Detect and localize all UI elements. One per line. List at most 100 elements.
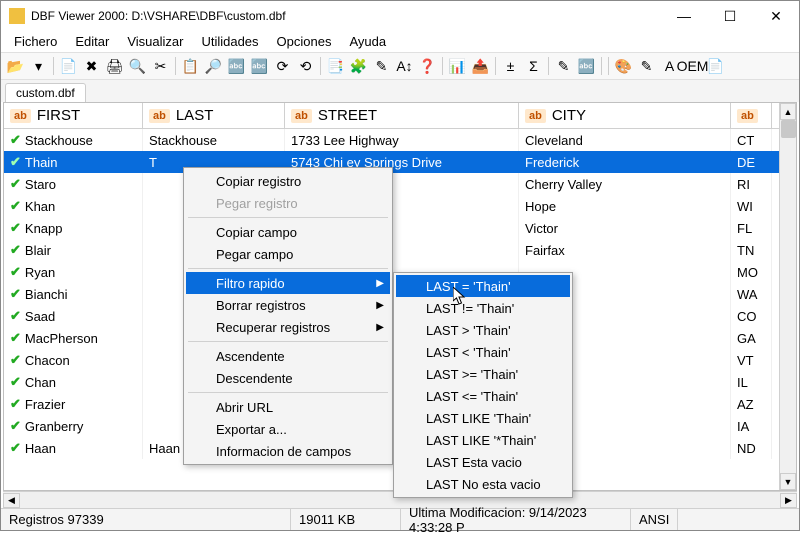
filter-submenu-item[interactable]: LAST Esta vacio bbox=[396, 451, 570, 473]
toolbar-button-14[interactable]: ⟲ bbox=[295, 56, 316, 77]
context-menu-item[interactable]: Filtro rapido▶ bbox=[186, 272, 390, 294]
table-cell[interactable]: ✔Blair bbox=[4, 239, 143, 261]
table-cell[interactable]: 1733 Lee Highway bbox=[285, 129, 519, 151]
table-cell[interactable]: ✔Haan bbox=[4, 437, 143, 459]
table-cell[interactable]: ✔Bianchi bbox=[4, 283, 143, 305]
toolbar-button-5[interactable]: 🖨 bbox=[104, 56, 125, 77]
table-row[interactable]: ✔StackhouseStackhouse1733 Lee HighwayCle… bbox=[4, 129, 796, 151]
table-cell[interactable]: CO bbox=[731, 305, 772, 327]
close-button[interactable]: ✕ bbox=[753, 1, 799, 31]
context-menu-item[interactable]: Ascendente bbox=[186, 345, 390, 367]
toolbar-button-33[interactable]: ✎ bbox=[636, 56, 657, 77]
scroll-up-button[interactable]: ▲ bbox=[780, 103, 796, 120]
table-cell[interactable]: ✔MacPherson bbox=[4, 327, 143, 349]
toolbar-button-1[interactable]: ▾ bbox=[28, 56, 49, 77]
table-row[interactable]: ✔Blairer Rd.FairfaxTN bbox=[4, 239, 796, 261]
menu-editar[interactable]: Editar bbox=[66, 32, 118, 51]
toolbar-button-35[interactable]: OEM bbox=[682, 56, 703, 77]
table-cell[interactable]: ✔Ryan bbox=[4, 261, 143, 283]
table-cell[interactable]: CT bbox=[731, 129, 772, 151]
toolbar-button-16[interactable]: 📑 bbox=[325, 56, 346, 77]
context-menu-item[interactable]: Copiar registro bbox=[186, 170, 390, 192]
table-row[interactable]: ✔KnappStreetVictorFL bbox=[4, 217, 796, 239]
toolbar-button-6[interactable]: 🔍 bbox=[127, 56, 148, 77]
table-cell[interactable]: TN bbox=[731, 239, 772, 261]
table-cell[interactable]: ✔Thain bbox=[4, 151, 143, 173]
toolbar-button-12[interactable]: 🔤 bbox=[249, 56, 270, 77]
table-cell[interactable]: WA bbox=[731, 283, 772, 305]
scroll-down-button[interactable]: ▼ bbox=[780, 473, 796, 490]
col-header-street[interactable]: abSTREET bbox=[285, 103, 519, 128]
context-menu-item[interactable]: Exportar a... bbox=[186, 418, 390, 440]
table-cell[interactable]: Hope bbox=[519, 195, 731, 217]
toolbar-button-22[interactable]: 📊 bbox=[447, 56, 468, 77]
table-cell[interactable]: ✔Granberry bbox=[4, 415, 143, 437]
filter-submenu-item[interactable]: LAST > 'Thain' bbox=[396, 319, 570, 341]
table-cell[interactable]: Fairfax bbox=[519, 239, 731, 261]
table-cell[interactable]: ✔Khan bbox=[4, 195, 143, 217]
table-cell[interactable]: AZ bbox=[731, 393, 772, 415]
menu-fichero[interactable]: Fichero bbox=[5, 32, 66, 51]
table-cell[interactable]: MO bbox=[731, 261, 772, 283]
scroll-left-button[interactable]: ◀ bbox=[3, 493, 20, 508]
context-menu-item[interactable]: Pegar campo bbox=[186, 243, 390, 265]
toolbar-button-17[interactable]: 🧩 bbox=[348, 56, 369, 77]
toolbar-button-26[interactable]: Σ bbox=[523, 56, 544, 77]
scroll-thumb[interactable] bbox=[781, 120, 796, 138]
toolbar-button-29[interactable]: 🔤 bbox=[576, 56, 597, 77]
table-row[interactable]: ✔Starowood DriveCherry ValleyRI bbox=[4, 173, 796, 195]
scroll-right-button[interactable]: ▶ bbox=[780, 493, 797, 508]
table-cell[interactable]: ✔Staro bbox=[4, 173, 143, 195]
filter-submenu-item[interactable]: LAST No esta vacio bbox=[396, 473, 570, 495]
table-cell[interactable]: GA bbox=[731, 327, 772, 349]
filter-submenu-item[interactable]: LAST <= 'Thain' bbox=[396, 385, 570, 407]
menu-ayuda[interactable]: Ayuda bbox=[340, 32, 395, 51]
context-menu-item[interactable]: Informacion de campos bbox=[186, 440, 390, 462]
table-cell[interactable]: Cherry Valley bbox=[519, 173, 731, 195]
context-menu-item[interactable]: Abrir URL bbox=[186, 396, 390, 418]
table-cell[interactable]: ✔Knapp bbox=[4, 217, 143, 239]
vertical-scrollbar[interactable]: ▲ ▼ bbox=[779, 103, 796, 490]
col-header-city[interactable]: abCITY bbox=[519, 103, 731, 128]
table-cell[interactable]: VT bbox=[731, 349, 772, 371]
table-cell[interactable]: ✔Stackhouse bbox=[4, 129, 143, 151]
toolbar-button-10[interactable]: 🔎 bbox=[203, 56, 224, 77]
table-cell[interactable]: ✔Frazier bbox=[4, 393, 143, 415]
toolbar-button-28[interactable]: ✎ bbox=[553, 56, 574, 77]
filter-submenu-item[interactable]: LAST = 'Thain' bbox=[396, 275, 570, 297]
toolbar-button-7[interactable]: ✂ bbox=[150, 56, 171, 77]
col-header-first[interactable]: abFIRST bbox=[4, 103, 143, 128]
menu-opciones[interactable]: Opciones bbox=[268, 32, 341, 51]
toolbar-button-23[interactable]: 📤 bbox=[470, 56, 491, 77]
toolbar-button-19[interactable]: A↕ bbox=[394, 56, 415, 77]
menu-utilidades[interactable]: Utilidades bbox=[192, 32, 267, 51]
tab-custom-dbf[interactable]: custom.dbf bbox=[5, 83, 86, 102]
filter-submenu-item[interactable]: LAST LIKE '*Thain' bbox=[396, 429, 570, 451]
filter-submenu-item[interactable]: LAST != 'Thain' bbox=[396, 297, 570, 319]
toolbar-button-25[interactable]: ± bbox=[500, 56, 521, 77]
toolbar-button-36[interactable]: 📄 bbox=[705, 56, 726, 77]
context-menu-item[interactable]: Recuperar registros▶ bbox=[186, 316, 390, 338]
table-cell[interactable]: RI bbox=[731, 173, 772, 195]
toolbar-button-13[interactable]: ⟳ bbox=[272, 56, 293, 77]
toolbar-button-0[interactable]: 📂 bbox=[5, 56, 26, 77]
filter-submenu-item[interactable]: LAST LIKE 'Thain' bbox=[396, 407, 570, 429]
table-cell[interactable]: ✔Chacon bbox=[4, 349, 143, 371]
context-menu-item[interactable]: Borrar registros▶ bbox=[186, 294, 390, 316]
table-cell[interactable]: ND bbox=[731, 437, 772, 459]
minimize-button[interactable]: — bbox=[661, 1, 707, 31]
table-row[interactable]: ✔Khane Shore DriveHopeWI bbox=[4, 195, 796, 217]
table-cell[interactable]: ✔Chan bbox=[4, 371, 143, 393]
context-menu-item[interactable]: Copiar campo bbox=[186, 221, 390, 243]
toolbar-button-20[interactable]: ❓ bbox=[417, 56, 438, 77]
col-header-last[interactable]: abLAST bbox=[143, 103, 285, 128]
toolbar-button-9[interactable]: 📋 bbox=[180, 56, 201, 77]
table-cell[interactable]: Frederick bbox=[519, 151, 731, 173]
table-cell[interactable]: IL bbox=[731, 371, 772, 393]
toolbar-button-11[interactable]: 🔤 bbox=[226, 56, 247, 77]
toolbar-button-3[interactable]: 📄 bbox=[58, 56, 79, 77]
table-cell[interactable]: WI bbox=[731, 195, 772, 217]
col-header-extra[interactable]: ab bbox=[731, 103, 772, 128]
maximize-button[interactable]: ☐ bbox=[707, 1, 753, 31]
table-cell[interactable]: ✔Saad bbox=[4, 305, 143, 327]
